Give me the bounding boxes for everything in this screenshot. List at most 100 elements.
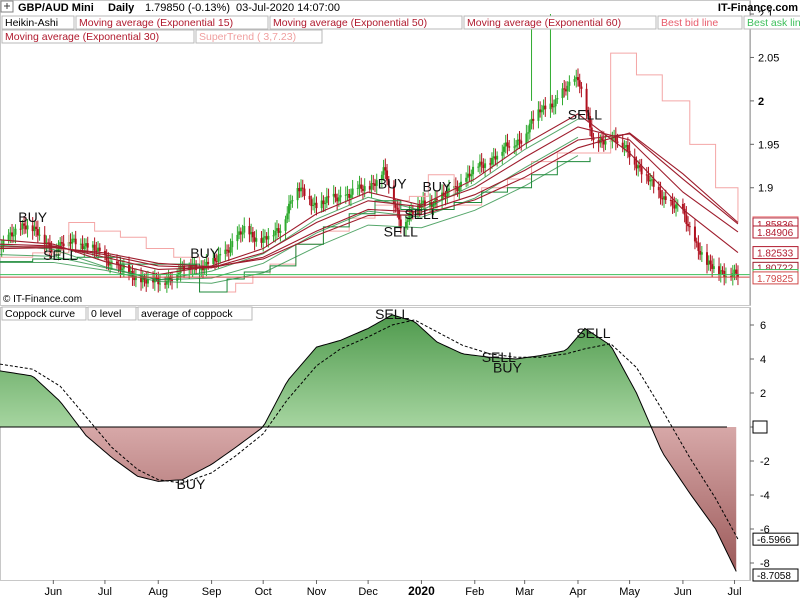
osc-zero-box [752, 420, 768, 434]
candle-body [129, 271, 132, 273]
price-value-label: 1.82533 [757, 249, 794, 260]
candle-body [542, 105, 545, 110]
candle-body [274, 230, 277, 236]
candle-body [709, 260, 712, 265]
candle-body [344, 194, 347, 196]
candle-body [164, 283, 167, 285]
sell-signal-label: SELL [576, 325, 610, 341]
candle-body [528, 123, 531, 133]
sell-signal-label: SELL [404, 206, 438, 222]
candle-body [291, 200, 294, 202]
candle-body [576, 77, 579, 81]
candle-body [361, 188, 364, 191]
candle-body [265, 236, 268, 240]
candle-body [358, 184, 361, 189]
candle-body [552, 106, 555, 108]
candle-body [719, 270, 722, 275]
candle-body [638, 165, 641, 168]
candle-body [11, 232, 14, 237]
osc-value-label: -8.7058 [757, 571, 791, 582]
candle-body [327, 196, 330, 198]
candle-body [303, 188, 306, 196]
candle-body [661, 197, 664, 200]
candle-body [272, 235, 275, 237]
candle-body [625, 144, 628, 148]
candle-body [513, 146, 516, 148]
price-tick-label: 1.95 [758, 139, 779, 151]
candle-body [707, 260, 710, 265]
candle-body [506, 142, 509, 147]
price-tick-label: 1.9 [758, 183, 773, 195]
candle-body [133, 277, 136, 281]
candle-body [267, 235, 270, 240]
candle-body [7, 234, 10, 241]
candle-body [444, 195, 447, 198]
watermark: © IT-Finance.com [3, 294, 82, 305]
instrument-title: GBP/AUD Mini [18, 2, 94, 14]
oscillator-legend: Coppock curve 0 level average of coppock [1, 306, 253, 321]
osc-tick-label: 4 [760, 354, 766, 366]
candle-body [539, 109, 542, 113]
candle-body [515, 145, 518, 147]
candle-body [494, 156, 497, 160]
candle-body [33, 226, 36, 232]
candle-body [310, 199, 313, 207]
candle-body [384, 167, 387, 171]
candle-body [566, 85, 569, 92]
candle-body [300, 187, 303, 192]
candle-body [146, 279, 149, 284]
candle-body [480, 161, 483, 165]
candle-body [110, 261, 113, 263]
candle-body [635, 164, 638, 169]
candle-body [527, 132, 530, 134]
osc-axis: 6420-2-4-6-8-6.5966-8.7058 [749, 308, 799, 582]
candle-body [673, 205, 676, 209]
candle-body [81, 243, 84, 250]
candle-body [251, 231, 254, 238]
time-tick-label: Jun [44, 586, 62, 598]
candle-body [349, 194, 352, 198]
candle-body [580, 86, 583, 89]
osc-tick-label: -2 [760, 456, 770, 468]
candle-body [35, 226, 38, 230]
candle-body [14, 228, 17, 235]
sell-signal-label: SELL [375, 306, 409, 322]
candle-body [489, 163, 492, 165]
candle-body [85, 243, 88, 247]
legend-label: Best ask line [747, 17, 800, 29]
candle-body [465, 177, 468, 182]
candle-body [711, 264, 714, 269]
candle-body [733, 269, 736, 274]
candle-body [520, 140, 523, 144]
candle-body [477, 166, 480, 168]
candle-body [215, 261, 218, 263]
candle-body [121, 268, 124, 271]
candle-body [360, 184, 363, 189]
candle-body [79, 243, 82, 245]
candle-body [705, 252, 708, 265]
candle-body [435, 198, 438, 200]
candle-body [279, 230, 282, 233]
candle-body [549, 103, 552, 110]
candle-body [578, 80, 581, 87]
candle-body [699, 250, 702, 255]
time-tick-label: Jun [674, 586, 692, 598]
candle-body [685, 214, 688, 225]
candle-body [238, 231, 241, 235]
brand-label: IT-Finance.com [718, 2, 798, 14]
candle-body [482, 164, 485, 168]
candle-body [396, 207, 399, 210]
buy-signal-label: BUY [378, 175, 407, 191]
candle-body [176, 274, 179, 281]
candle-body [86, 243, 89, 248]
sell-signal-label: SELL [43, 247, 77, 263]
osc-tick-label: -4 [760, 490, 770, 502]
candle-body [372, 183, 375, 185]
candle-body [97, 247, 100, 252]
candle-body [337, 197, 340, 202]
candle-body [573, 78, 576, 82]
candle-body [712, 266, 715, 269]
candle-body [320, 200, 323, 209]
candle-body [688, 226, 691, 228]
candle-body [236, 234, 239, 242]
